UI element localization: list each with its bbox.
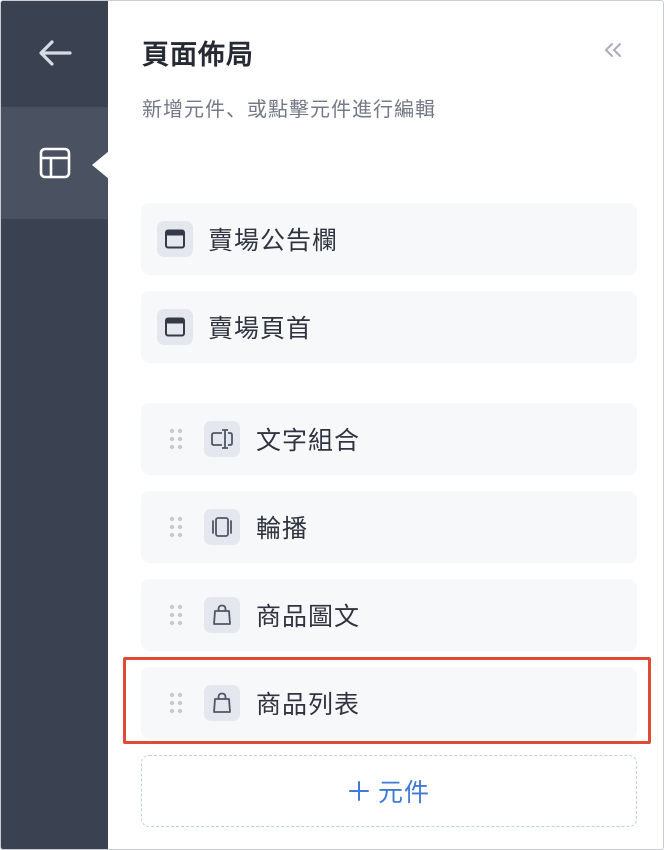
- drag-handle-icon[interactable]: [168, 428, 184, 450]
- window-icon: [165, 229, 185, 249]
- double-chevron-left-icon: [605, 43, 621, 57]
- plus-icon: [348, 781, 369, 801]
- app-frame: 頁面佈局 新增元件、或點擊元件進行編輯 賣場公告欄 賣場頁首 文字組合 輪播 商…: [0, 0, 664, 850]
- arrow-left-icon: [38, 40, 72, 66]
- left-rail: [1, 1, 108, 849]
- component-label: 輪播: [256, 514, 309, 543]
- drag-handle-icon[interactable]: [168, 692, 184, 714]
- active-pointer: [92, 151, 109, 179]
- collapse-button[interactable]: [598, 35, 628, 65]
- component-icon-box: [204, 421, 240, 457]
- drag-handle-icon[interactable]: [168, 516, 184, 538]
- component-item-carousel[interactable]: 輪播: [141, 491, 637, 563]
- layout-icon: [39, 147, 70, 179]
- add-component-label: 元件: [377, 778, 430, 807]
- component-item-product-image-text[interactable]: 商品圖文: [141, 579, 637, 651]
- carousel-icon: [212, 517, 232, 537]
- component-item-header[interactable]: 賣場頁首: [141, 291, 637, 363]
- component-label: 商品圖文: [256, 602, 361, 631]
- component-item-text-group[interactable]: 文字組合: [141, 403, 637, 475]
- page-title: 頁面佈局: [142, 40, 254, 71]
- component-item-product-list[interactable]: 商品列表: [141, 667, 637, 739]
- component-label: 商品列表: [256, 690, 361, 719]
- component-label: 賣場公告欄: [208, 226, 339, 255]
- component-item-announcement[interactable]: 賣場公告欄: [141, 203, 637, 275]
- add-component-button[interactable]: 元件: [141, 755, 637, 827]
- shopping-bag-icon: [213, 604, 231, 625]
- panel-subtitle: 新增元件、或點擊元件進行編輯: [142, 97, 436, 121]
- layout-panel: 頁面佈局 新增元件、或點擊元件進行編輯 賣場公告欄 賣場頁首 文字組合 輪播 商…: [108, 1, 663, 849]
- component-label: 賣場頁首: [208, 314, 313, 343]
- component-icon-box: [157, 309, 193, 345]
- component-icon-box: [204, 597, 240, 633]
- component-icon-box: [157, 221, 193, 257]
- back-button[interactable]: [1, 1, 108, 105]
- component-label: 文字組合: [256, 426, 361, 455]
- component-icon-box: [204, 685, 240, 721]
- shopping-bag-icon: [213, 692, 231, 713]
- text-cursor-icon: [211, 429, 233, 449]
- drag-handle-icon[interactable]: [168, 604, 184, 626]
- window-icon: [165, 317, 185, 337]
- component-icon-box: [204, 509, 240, 545]
